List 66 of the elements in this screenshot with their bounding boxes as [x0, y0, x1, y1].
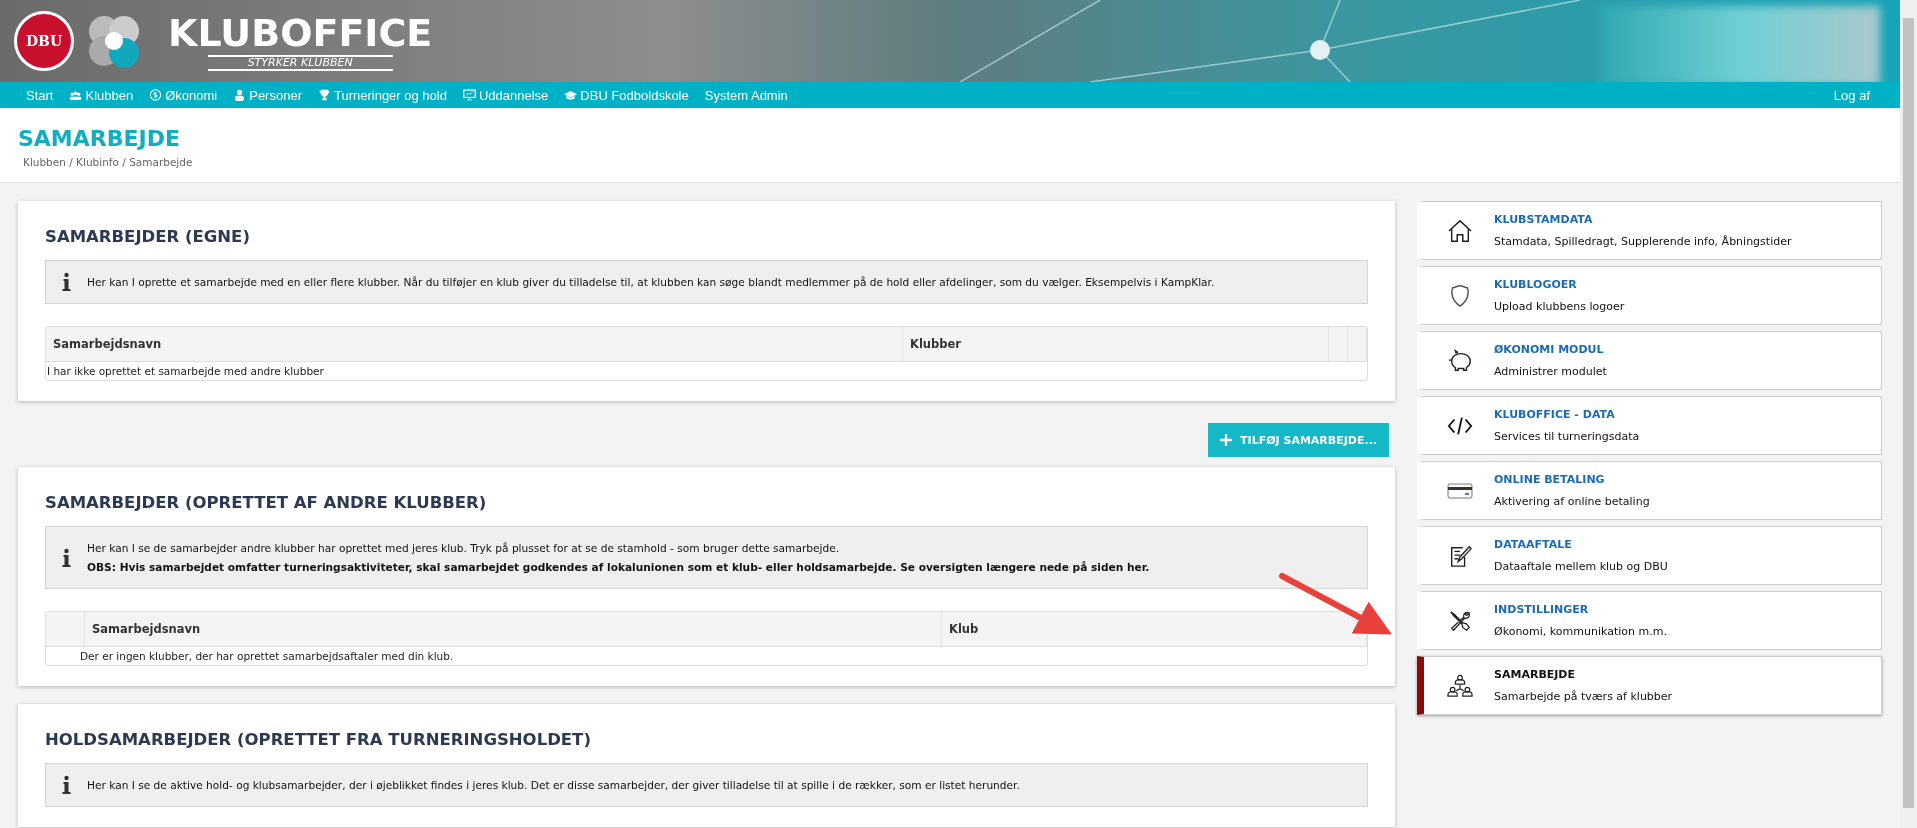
nav-link[interactable]: Turneringer og hold [317, 87, 447, 103]
person-icon [233, 89, 247, 101]
coin-icon [149, 89, 163, 101]
sidebar-item[interactable]: ONLINE BETALING Aktivering af online betaling [1417, 461, 1882, 520]
info-text: Her kan I oprette et samarbejde med en eller flere klubber. Når du tilføjer en klub giver du tilladelse til, at klubben kan søge blandt medlemmer på de hold eller afdelinger, som du vælger. Eksempelvis i KampKlar. [87, 275, 1215, 290]
sidebar-item-title: ØKONOMI MODUL [1494, 343, 1605, 356]
nav-link[interactable]: Personer [233, 87, 302, 103]
sidebar-item[interactable]: INDSTILLINGER Økonomi, kommunikation m.m. [1417, 591, 1882, 650]
info-icon [62, 775, 71, 795]
sidebar-item-subtitle: Upload klubbens logoer [1494, 300, 1625, 313]
piggy-bank-icon [1447, 348, 1473, 373]
nav-link[interactable]: Uddannelse [462, 87, 549, 103]
sidebar-item[interactable]: DATAAFTALE Dataaftale mellem klub og DBU [1417, 526, 1882, 585]
people-network-icon [1447, 673, 1473, 698]
sidebar-item-subtitle: Økonomi, kommunikation m.m. [1494, 625, 1667, 638]
sidebar-item-subtitle: Administrer modulet [1494, 365, 1607, 378]
sidebar-item[interactable]: ØKONOMI MODUL Administrer modulet [1417, 331, 1882, 390]
nav-link[interactable]: Klubben [69, 87, 134, 103]
presentation-board-icon [462, 89, 476, 101]
sidebar-item[interactable]: KLUBSTAMDATA Stamdata, Spilledragt, Supplerende info, Åbningstider [1417, 201, 1882, 260]
empty-table-message: I har ikke oprettet et samarbejde med andre klubber [46, 364, 325, 379]
column-header: Samarbejdsnavn [46, 327, 903, 361]
sidebar-item-title: INDSTILLINGER [1494, 603, 1590, 616]
add-cooperation-button[interactable]: TILFØJ SAMARBEJDE... [1208, 423, 1389, 457]
sidebar-item-title: KLUBOFFICE - DATA [1494, 408, 1616, 421]
house-icon [1447, 218, 1473, 243]
section-title: SAMARBEJDER (OPRETTET AF ANDRE KLUBBER) [45, 493, 488, 512]
info-icon [62, 547, 71, 568]
sidebar-item[interactable]: KLUBOFFICE - DATA Services til turneringsdata [1417, 396, 1882, 455]
info-text: OBS: Hvis samarbejdet omfatter turneringsaktiviteter, skal samarbejdet godkendes af lokalunionen som et klub- eller holdsamarbejde. Se oversigten længere nede på siden her. [87, 560, 1150, 575]
empty-table-message: Der er ingen klubber, der har oprettet samarbejdsaftaler med din klub. [79, 649, 455, 664]
brand-name: KLUBOFFICE [168, 11, 433, 55]
plus-icon [1220, 434, 1233, 446]
brand-tagline: STYRKER KLUBBEN [207, 55, 393, 71]
nav-link[interactable]: DBU Fodboldskole [564, 87, 689, 103]
logo-text: DBU [25, 33, 63, 49]
breadcrumb: Klubben / Klubinfo / Samarbejde [23, 156, 194, 168]
sidebar-item-title: ONLINE BETALING [1494, 473, 1606, 486]
tools-icon [1447, 608, 1473, 633]
column-header: Samarbejdsnavn [85, 612, 942, 646]
nav-link[interactable]: Økonomi [149, 87, 218, 103]
people-icon [69, 89, 83, 101]
column-header: Klub [942, 612, 1367, 646]
page-title: SAMARBEJDE [18, 126, 181, 152]
sidebar-item-subtitle: Stamdata, Spilledragt, Supplerende info, Åbningstider [1494, 235, 1792, 248]
info-icon [62, 272, 71, 292]
nav-link[interactable]: System Admin [704, 87, 788, 103]
column-header: Klubber [903, 327, 1329, 361]
sidebar-item-title: SAMARBEJDE [1494, 668, 1577, 681]
sidebar-item-subtitle: Dataaftale mellem klub og DBU [1494, 560, 1668, 573]
sidebar-item-title: KLUBLOGOER [1494, 278, 1578, 291]
logout-link[interactable]: Log af [1833, 87, 1870, 103]
info-text: Her kan I se de samarbejder andre klubber har oprettet med jeres klub. Tryk på plusset for at se de stamhold - som bruger dette samarbejde. [87, 541, 841, 556]
nav-link[interactable]: Start [26, 87, 54, 103]
info-text: Her kan I se de aktive hold- og klubsamarbejder, der i øjeblikket findes i jeres klub. Det er disse samarbejder, der giver tilladelse til at spille i de rækker, som er listet herunder. [87, 778, 1020, 793]
sidebar-item-subtitle: Samarbejde på tværs af klubber [1494, 690, 1673, 703]
sidebar-item-title: DATAAFTALE [1494, 538, 1573, 551]
sidebar-item[interactable]: KLUBLOGOER Upload klubbens logoer [1417, 266, 1882, 325]
sidebar-item-subtitle: Aktivering af online betaling [1494, 495, 1650, 508]
graduation-cap-icon [564, 89, 578, 101]
section-title: HOLDSAMARBEJDER (OPRETTET FRA TURNERINGSHOLDET) [45, 730, 592, 749]
trophy-icon [317, 89, 331, 101]
sidebar-item-title: KLUBSTAMDATA [1494, 213, 1594, 226]
section-title: SAMARBEJDER (EGNE) [45, 227, 251, 246]
sidebar-item-subtitle: Services til turneringsdata [1494, 430, 1640, 443]
sidebar-item[interactable]: SAMARBEJDE Samarbejde på tværs af klubber [1417, 656, 1882, 715]
